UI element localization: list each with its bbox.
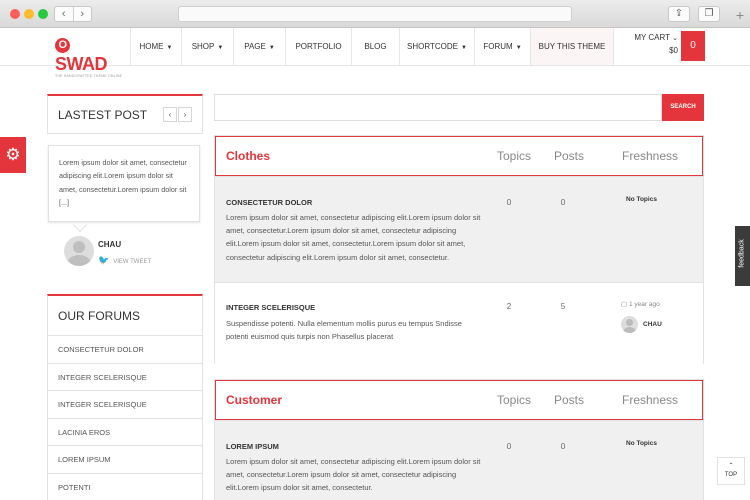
browser-toolbar: ‹ › ⇪ ❐ + <box>0 0 750 28</box>
search-input[interactable] <box>214 94 662 121</box>
forum-group-clothes: Clothes Topics Posts Freshness CONSECTET… <box>214 135 704 364</box>
freshness-column-header: Freshness <box>622 393 679 407</box>
share-icon[interactable]: ⇪ <box>668 6 690 22</box>
freshness-date: ▢ 1 year ago <box>621 301 660 308</box>
forum-description: Suspendisse potenti. Nulla elementum mol… <box>226 319 462 342</box>
forum-link[interactable]: LACINIA EROS <box>47 418 203 446</box>
view-tweet-link[interactable]: 🐦 VIEW TWEET <box>98 255 151 266</box>
forum-description: Lorem ipsum dolor sit amet, consectetur … <box>226 457 481 493</box>
cart-summary[interactable]: MY CART ⌄ $0 <box>630 32 678 57</box>
minimize-window-button[interactable] <box>24 9 34 19</box>
back-icon[interactable]: ‹ <box>55 7 74 21</box>
latest-post-header: LASTEST POST ‹ › <box>47 94 203 134</box>
forum-description: Lorem ipsum dolor sit amet, consectetur … <box>226 213 481 262</box>
topics-count: 2 <box>506 302 512 311</box>
forum-group-title[interactable]: Clothes <box>226 137 270 175</box>
forum-group-customer: Customer Topics Posts Freshness LOREM IP… <box>214 379 704 500</box>
clock-icon: ▢ <box>621 301 628 308</box>
nav-shortcode[interactable]: SHORTCODE ▼ <box>399 28 474 65</box>
table-row: INTEGER SCELERISQUE Suspendisse potenti.… <box>215 282 703 364</box>
posts-count: 0 <box>560 198 566 207</box>
twitter-icon: 🐦 <box>98 255 110 265</box>
tabs-icon[interactable]: ❐ <box>698 6 720 22</box>
posts-column-header: Posts <box>554 393 585 407</box>
posts-count: 0 <box>560 442 566 451</box>
back-to-top-button[interactable]: ⌃ TOP <box>717 457 745 485</box>
forward-icon[interactable]: › <box>74 7 92 21</box>
posts-count: 5 <box>560 302 566 311</box>
forum-group-header: Clothes Topics Posts Freshness <box>215 136 703 176</box>
nav-portfolio[interactable]: PORTFOLIO <box>285 28 351 65</box>
site-logo[interactable]: OSWAD THE HANDCRAFTED THEME ONLINE <box>55 34 123 78</box>
avatar <box>621 316 638 333</box>
forum-group-title[interactable]: Customer <box>226 381 282 419</box>
forum-link[interactable]: INTEGER SCELERISQUE <box>47 391 203 419</box>
next-arrow-icon[interactable]: › <box>178 107 192 122</box>
site-header: OSWAD THE HANDCRAFTED THEME ONLINE HOME ▼… <box>0 28 750 78</box>
posts-column-header: Posts <box>554 149 585 163</box>
caret-down-icon: ▼ <box>515 45 522 51</box>
forum-title[interactable]: LOREM IPSUM <box>226 442 279 451</box>
avatar <box>64 236 94 266</box>
topics-column-header: Topics <box>497 393 532 407</box>
forum-link[interactable]: CONSECTETUR DOLOR <box>47 336 203 364</box>
caret-down-icon: ▼ <box>268 45 275 51</box>
our-forums-title: OUR FORUMS <box>58 309 140 323</box>
logo-mark: O <box>55 38 70 53</box>
logo-tagline: THE HANDCRAFTED THEME ONLINE <box>55 74 123 78</box>
table-row: LOREM IPSUM Lorem ipsum dolor sit amet, … <box>215 420 703 500</box>
post-author[interactable]: CHAU <box>98 240 121 249</box>
freshness-column-header: Freshness <box>622 149 679 163</box>
maximize-window-button[interactable] <box>38 9 48 19</box>
nav-forum[interactable]: FORUM ▼ <box>474 28 530 65</box>
caret-down-icon: ▼ <box>461 45 467 51</box>
chevron-down-icon: ⌄ <box>672 35 678 42</box>
nav-buy-theme[interactable]: BUY THIS THEME <box>530 28 614 65</box>
forum-title[interactable]: CONSECTETUR DOLOR <box>226 198 312 207</box>
topics-count: 0 <box>506 442 512 451</box>
forum-title[interactable]: INTEGER SCELERISQUE <box>226 303 315 312</box>
cart-total: $0 <box>669 46 678 55</box>
cart-count-badge[interactable]: 0 <box>681 31 705 61</box>
feedback-tab[interactable]: feedback <box>735 226 750 286</box>
nav-blog[interactable]: BLOG <box>351 28 399 65</box>
our-forums-header: OUR FORUMS <box>47 294 203 336</box>
latest-post-text: Lorem ipsum dolor sit amet, consectetur … <box>48 145 200 222</box>
forum-link[interactable]: INTEGER SCELERISQUE <box>47 363 203 391</box>
topics-count: 0 <box>506 198 512 207</box>
freshness-author[interactable]: CHAU <box>643 321 662 328</box>
browser-nav: ‹ › <box>54 6 92 22</box>
freshness-text: No Topics <box>626 440 657 447</box>
table-row: CONSECTETUR DOLOR Lorem ipsum dolor sit … <box>215 176 703 282</box>
caret-down-icon: ▼ <box>217 45 224 51</box>
latest-post-title: LASTEST POST <box>58 108 148 122</box>
chevron-up-icon: ⌃ <box>728 463 734 469</box>
close-window-button[interactable] <box>10 9 20 19</box>
logo-text: SWAD <box>55 54 108 74</box>
search-button[interactable]: SEARCH <box>662 94 704 121</box>
nav-home[interactable]: HOME ▼ <box>130 28 181 65</box>
address-bar[interactable] <box>178 6 572 22</box>
cart-label: MY CART <box>634 33 670 42</box>
forum-link[interactable]: LOREM IPSUM <box>47 446 203 474</box>
new-tab-icon[interactable]: + <box>736 8 744 22</box>
nav-shop[interactable]: SHOP ▼ <box>181 28 233 65</box>
forum-group-header: Customer Topics Posts Freshness <box>215 380 703 420</box>
caret-down-icon: ▼ <box>166 45 173 51</box>
freshness-text: No Topics <box>626 196 657 203</box>
topics-column-header: Topics <box>497 149 532 163</box>
forum-link[interactable]: POTENTI <box>47 473 203 500</box>
forum-list: CONSECTETUR DOLOR INTEGER SCELERISQUE IN… <box>47 336 203 500</box>
nav-page[interactable]: PAGE ▼ <box>233 28 285 65</box>
prev-arrow-icon[interactable]: ‹ <box>163 107 177 122</box>
gear-icon[interactable]: ⚙ <box>0 137 26 173</box>
back-to-top-label: TOP <box>724 472 738 478</box>
